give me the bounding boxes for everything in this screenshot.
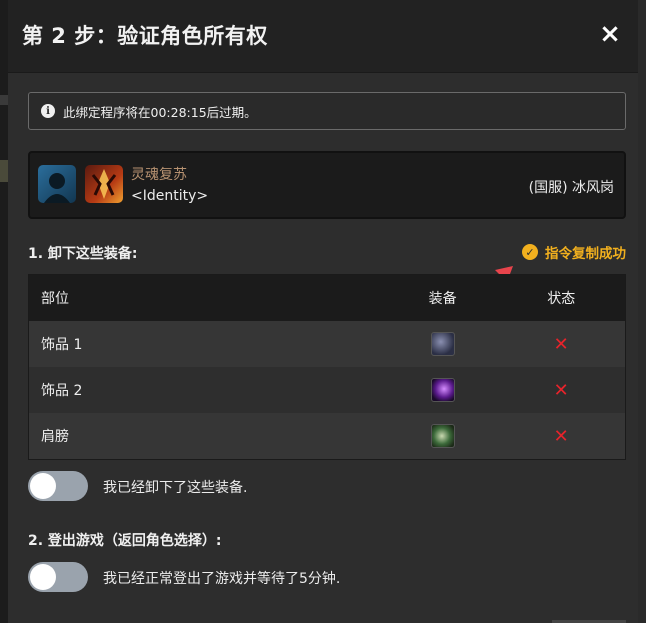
step1-title: 1. 卸下这些装备: [28, 246, 138, 262]
backdrop-element [0, 160, 8, 182]
character-name: 灵魂复苏 [131, 167, 187, 183]
table-row: 肩膀 ✕ [29, 413, 625, 459]
toggle-knob [30, 564, 56, 590]
logout-confirm-toggle[interactable] [28, 562, 88, 592]
character-avatar [38, 165, 76, 203]
status-fail-icon: ✕ [553, 379, 569, 401]
status-fail-icon: ✕ [553, 425, 569, 447]
dialog-header: 第 2 步：验证角色所有权 × [8, 0, 638, 73]
expiry-text: 此绑定程序将在00:28:15后过期。 [63, 104, 257, 120]
character-guild: <Identity> [131, 188, 209, 204]
shoulder-icon[interactable] [430, 424, 455, 448]
table-row: 饰品 2 ✕ [29, 367, 625, 413]
toggle-knob [30, 473, 56, 499]
verification-dialog: 第 2 步：验证角色所有权 × i 此绑定程序将在00:28:15后过期。 灵魂… [8, 0, 638, 623]
close-icon: × [599, 19, 621, 49]
logout-confirm-label: 我已经正常登出了游戏并等待了5分钟. [103, 571, 341, 587]
status-fail-icon: ✕ [553, 333, 569, 355]
copy-success-status: ✓ 指令复制成功 [522, 242, 626, 262]
backdrop-element [0, 95, 8, 105]
table-row: 饰品 1 ✕ [29, 321, 625, 367]
unequip-confirm-toggle[interactable] [28, 471, 88, 501]
character-card: 灵魂复苏 <Identity> (国服) 冰风岗 [28, 151, 626, 219]
table-header: 部位 装备 状态 [29, 275, 625, 321]
column-header-status: 状态 [547, 291, 576, 307]
slot-cell: 饰品 2 [41, 383, 83, 399]
page-backdrop [0, 0, 8, 623]
column-header-slot: 部位 [41, 291, 69, 307]
dialog-title: 第 2 步：验证角色所有权 [22, 24, 268, 48]
equipment-table: 部位 装备 状态 饰品 1 ✕ 饰品 2 ✕ 肩膀 ✕ [28, 274, 626, 460]
copy-success-text: 指令复制成功 [545, 246, 626, 262]
unequip-confirm-label: 我已经卸下了这些装备. [103, 480, 248, 496]
character-realm: (国服) 冰风岗 [528, 180, 614, 196]
close-button[interactable]: × [596, 20, 624, 48]
step2-title: 2. 登出游戏（返回角色选择）: [28, 533, 222, 549]
slot-cell: 肩膀 [41, 429, 69, 445]
trinket-icon[interactable] [430, 378, 455, 402]
column-header-item: 装备 [428, 291, 457, 307]
info-icon: i [41, 104, 55, 118]
slot-cell: 饰品 1 [41, 337, 83, 353]
check-circle-icon: ✓ [522, 244, 538, 260]
trinket-icon[interactable] [430, 332, 455, 356]
expiry-alert: i 此绑定程序将在00:28:15后过期。 [28, 92, 626, 130]
spec-icon [85, 165, 123, 203]
